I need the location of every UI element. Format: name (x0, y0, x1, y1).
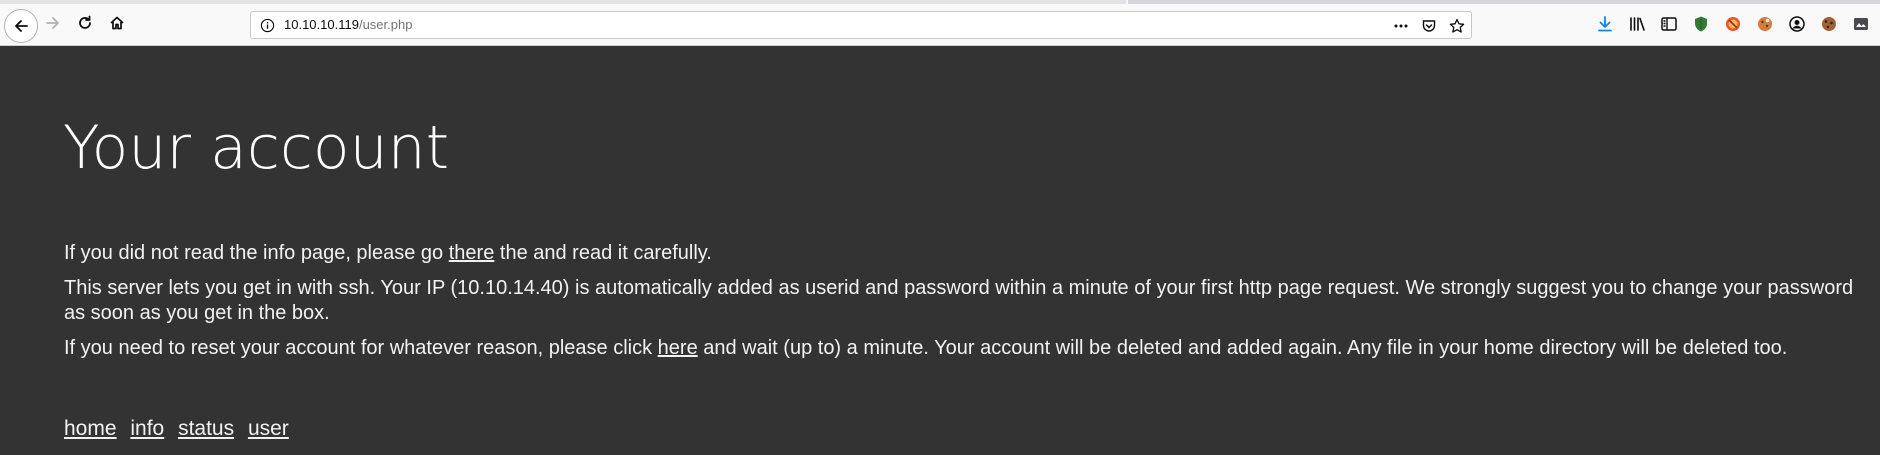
cookie-manager-icon[interactable] (1819, 14, 1839, 34)
url-text[interactable]: 10.10.10.119/user.php (284, 17, 412, 32)
reset-text-before: If you need to reset your account for wh… (64, 337, 658, 359)
url-host: 10.10.10.119 (284, 17, 359, 32)
page-content: Your account If you did not read the inf… (0, 47, 1880, 455)
download-icon[interactable] (1595, 14, 1615, 34)
browser-toolbar: 10.10.10.119/user.php (0, 0, 1880, 46)
url-path: /user.php (358, 17, 413, 32)
shield-extension-icon[interactable] (1691, 14, 1711, 34)
page-title: Your account (63, 113, 450, 183)
info-paragraph: If you did not read the info page, pleas… (64, 241, 1864, 266)
pocket-icon[interactable] (1419, 16, 1439, 36)
url-bar[interactable]: 10.10.10.119/user.php (250, 11, 1472, 39)
back-arrow-icon (15, 20, 28, 32)
info-icon[interactable] (260, 18, 275, 38)
footer-nav: home info status user (64, 417, 297, 441)
reset-text-after: and wait (up to) a minute. Your account … (697, 337, 1788, 359)
star-icon[interactable] (1447, 16, 1467, 36)
forward-button[interactable] (38, 8, 68, 38)
screenshot-extension-icon[interactable] (1851, 14, 1871, 34)
ssh-paragraph: This server lets you get in with ssh. Yo… (64, 277, 1854, 324)
account-icon[interactable] (1787, 14, 1807, 34)
cookie-extension-icon[interactable] (1755, 14, 1775, 34)
info-text-after: the and read it carefully. (494, 242, 712, 264)
reload-button[interactable] (70, 8, 100, 38)
forward-arrow-icon (46, 17, 59, 29)
back-button[interactable] (4, 9, 38, 43)
sidebar-icon[interactable] (1659, 14, 1679, 34)
here-link[interactable]: here (658, 337, 698, 359)
nav-link-info[interactable]: info (130, 417, 164, 440)
block-extension-icon[interactable] (1723, 14, 1743, 34)
home-button[interactable] (102, 8, 132, 38)
reload-icon (79, 15, 91, 29)
more-horizontal-icon[interactable] (1391, 16, 1411, 36)
nav-link-status[interactable]: status (178, 417, 234, 440)
info-text-before: If you did not read the info page, pleas… (64, 242, 449, 264)
tab-strip-edge-right (1128, 0, 1880, 4)
library-icon[interactable] (1627, 14, 1647, 34)
nav-link-user[interactable]: user (248, 417, 289, 440)
tab-strip-edge (0, 0, 1126, 4)
nav-link-home[interactable]: home (64, 417, 117, 440)
home-icon (110, 16, 124, 30)
there-link[interactable]: there (449, 242, 495, 264)
reset-paragraph: If you need to reset your account for wh… (64, 336, 1864, 361)
